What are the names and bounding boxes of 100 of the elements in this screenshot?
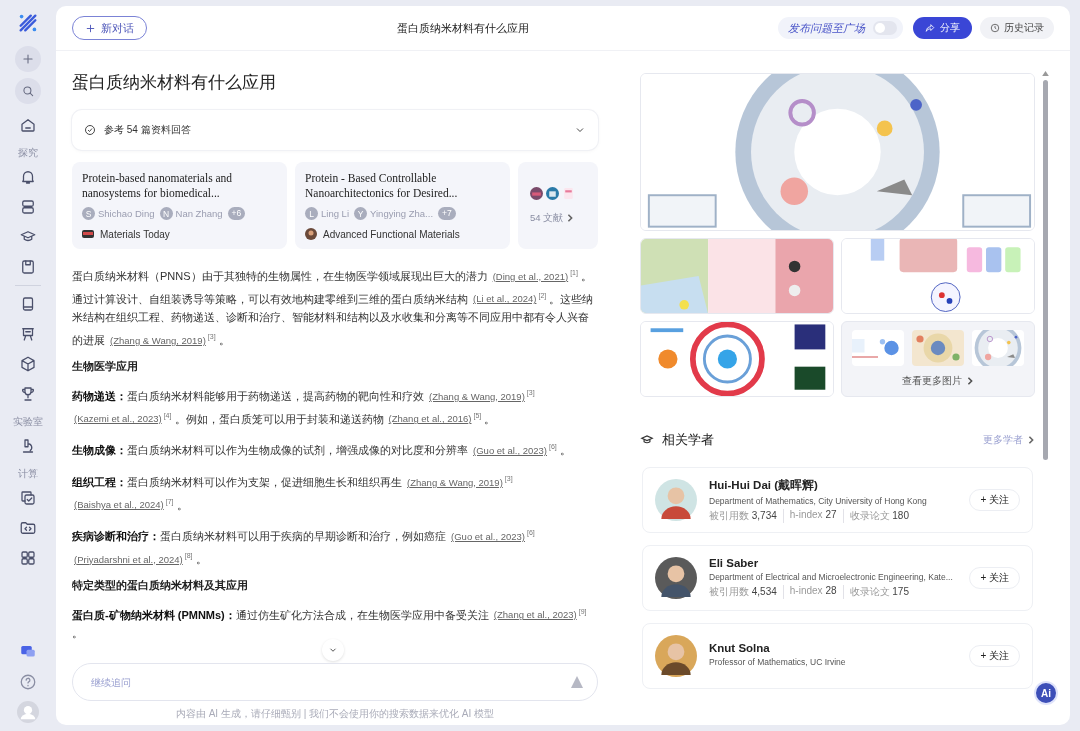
chevron-right-icon [566, 214, 575, 222]
trophy-icon[interactable] [19, 385, 37, 403]
search-icon [21, 84, 35, 98]
citation-link[interactable]: (Li et al., 2024) [473, 293, 537, 305]
logo-icon[interactable] [17, 12, 39, 34]
sidebar-section-label: 探究 [18, 146, 38, 160]
home-icon[interactable] [19, 116, 37, 134]
scholar-name: Hui-Hui Dai (戴晖辉) [709, 477, 819, 493]
chat-title: 蛋白质纳米材料有什么应用 [395, 20, 530, 36]
citation-link[interactable]: (Zhang & Wang, 2019) [429, 390, 525, 402]
journal-icon [82, 228, 94, 240]
scrollbar-thumb[interactable] [1042, 80, 1048, 460]
answer-paragraph: 疾病诊断和治疗：蛋白质纳米材料可以用于疾病的早期诊断和治疗，例如癌症 (Guo et al., 2023) $^{[6]}$ (Priyadarshni et al., 2024) $^{[8]}$ 。 [72, 528, 536, 567]
citation-link[interactable]: (Zhang et al., 2016) [388, 413, 472, 425]
share-icon [925, 23, 935, 33]
scholar-stat: 收录论文 180 [842, 508, 915, 523]
help-icon[interactable] [19, 673, 37, 691]
ai-assistant-button[interactable]: Ai [1034, 681, 1058, 705]
author: L Ling Li [305, 207, 349, 220]
citation-link[interactable]: (Zhang et al., 2023) [493, 609, 577, 621]
avatar [655, 635, 697, 677]
chevron-right-icon [1027, 436, 1035, 444]
avatar [655, 479, 697, 521]
plus-icon [21, 52, 35, 66]
scholar-affiliation: Department of Electrical and Microelectronic Engineering, Kate... [709, 572, 954, 582]
paper-title: Protein - Based Controllable Nanoarchitectonics for Desired... [305, 171, 459, 201]
more-papers-link: 54 文献 [530, 211, 575, 225]
journal-icon [305, 228, 317, 240]
check-circle-icon [84, 124, 96, 136]
author-count-badge: +7 [438, 207, 456, 220]
plus-icon [85, 22, 96, 34]
paper-title: Protein-based nanomaterials and nanosystems for biomedical... [82, 171, 234, 201]
question-title: 蛋白质纳米材料有什么应用 [72, 72, 277, 94]
sidebar-section-label: 实验室 [13, 415, 43, 429]
answer-paragraph: 组织工程：蛋白质纳米材料可以作为支架，促进细胞生长和组织再生 (Zhang & Wang, 2019) $^{[3]}$ (Baishya et al., 2024) $^{[7]}$ 。 [72, 473, 514, 513]
scholar-card[interactable]: Knut Solna Professor of Mathematics, UC Irvine + 关注 [642, 623, 1033, 689]
save-icon[interactable] [19, 258, 37, 276]
scholar-stat: 收录论文 175 [842, 585, 915, 599]
grid-icon[interactable] [19, 549, 37, 567]
cube-icon[interactable] [19, 355, 37, 373]
section-heading: 特定类型的蛋白质纳米材料及其应用 [72, 577, 249, 593]
disclaimer-text: 内容由 AI 生成，请仔细甄别 | 我们不会使用你的搜索数据来优化 AI 模型 [174, 707, 496, 721]
follow-button[interactable]: + 关注 [969, 489, 1020, 511]
scholar-stat: h-index 28 [782, 585, 843, 599]
paper-card[interactable]: Protein-based nanomaterials and nanosystems for biomedical... S Shichao Ding N Nan Zhang +6 Materials Today [72, 162, 287, 249]
answer-paragraph: 药物递送：蛋白质纳米材料能够用于药物递送，提高药物的靶向性和疗效 (Zhang & Wang, 2019) $^{[3]}$ (Kazemi et al., 2023) $^{[4]}$ 。例如，蛋白质笼可以用于封装和递送药物 (Zhang et al., 2016) $^{[5]}$ 。 [72, 387, 536, 427]
answer-paragraph: 生物成像：蛋白质纳米材料可以作为生物成像的试剂，增强成像的对比度和分辨率 (Guo et al., 2023) $^{[6]}$ 。 [72, 442, 572, 458]
scholar-stat: 被引用数 4,534 [709, 585, 778, 599]
sidebar-section-label: 计算 [18, 467, 38, 481]
scholar-stat: 被引用数 3,734 [709, 508, 778, 523]
avatar [655, 557, 697, 599]
scholar-stat: h-index 27 [782, 508, 843, 523]
references-toggle[interactable]: 参考 54 篇资料回答 [72, 110, 598, 150]
paper-card[interactable]: Protein - Based Controllable Nanoarchitectonics for Desired... L Ling Li Y Yingying Zha... +7 Advanced Functional Materials [295, 162, 510, 249]
section-heading: 生物医学应用 [72, 358, 139, 374]
journal-icon [546, 186, 559, 200]
scholar-name: Knut Solna [709, 642, 771, 654]
history-button[interactable]: 历史记录 [980, 17, 1054, 39]
follow-up-input[interactable]: 继续追问 [72, 663, 598, 701]
bell-icon[interactable] [19, 168, 37, 186]
new-chat-button[interactable]: 新对话 [72, 16, 147, 40]
scholars-heading: 相关学者 [662, 431, 715, 449]
clock-icon [990, 23, 1000, 33]
answer-paragraph: 蛋白质纳米材料（PNNS）由于其独特的生物属性，在生物医学领域展现出巨大的潜力 (Ding et al., 2021) $^{[1]}$ 。通过计算设计、自组装诱导等策略，可以有效地构建零维到三维的蛋白质纳米结构 (Li et al., 2024) $^{[2]}$ 。这些纳米结构在组织工程、药物递送、诊断和治疗、智能材料和结构以及水收集和分离等不同应用中都有令人兴奋的进展 (Zhang & Wang, 2019) $^{[3]}$ 。 [72, 268, 595, 348]
publish-label: 发布问题至广场 [788, 20, 865, 36]
follow-button[interactable]: + 关注 [969, 645, 1020, 667]
scroll-up-icon[interactable] [1041, 71, 1049, 76]
scholar-card[interactable]: Hui-Hui Dai (戴晖辉) Department of Mathematics, City University of Hong Kong 被引用数 3,734 h-index 27 收录论文 180 + 关注 [642, 467, 1033, 533]
chevron-right-icon [966, 377, 974, 385]
publish-toggle[interactable] [873, 21, 897, 35]
more-images-button[interactable]: 查看更多图片 [842, 366, 1034, 396]
scholar-affiliation: Professor of Mathematics, UC Irvine [709, 657, 847, 667]
journal-name: Advanced Functional Materials [323, 228, 460, 240]
journal-icon [562, 186, 575, 200]
citation-link[interactable]: (Kazemi et al., 2023) [74, 413, 162, 425]
citation-link[interactable]: (Ding et al., 2021) [492, 270, 569, 282]
scholar-card[interactable]: Eli Saber Department of Electrical and Microelectronic Engineering, Kate... 被引用数 4,534 h-index 28 收录论文 175 + 关注 [642, 545, 1033, 611]
citation-link[interactable]: (Guo et al., 2023) [451, 530, 525, 542]
citation-link[interactable]: (Priyadarshni et al., 2024) [74, 553, 183, 565]
layers-icon[interactable] [19, 198, 37, 216]
author: Y Yingying Zha... [354, 207, 434, 220]
scholar-affiliation: Department of Mathematics, City University of Hong Kong [709, 495, 928, 506]
author-count-badge: +6 [227, 207, 246, 220]
more-images-card[interactable]: 查看更多图片 [841, 321, 1035, 397]
citation-link[interactable]: (Zhang & Wang, 2019) [110, 334, 206, 346]
code-folder-icon[interactable] [19, 519, 37, 537]
search-button[interactable] [15, 78, 41, 104]
scholar-name: Eli Saber [709, 557, 760, 569]
easel-icon[interactable] [19, 325, 37, 343]
citation-link[interactable]: (Zhang & Wang, 2019) [407, 476, 503, 488]
share-button[interactable]: 分享 [913, 17, 972, 39]
copy-check-icon[interactable] [19, 489, 37, 507]
journal-name: Materials Today [100, 228, 170, 240]
citation-link[interactable]: (Guo et al., 2023) [473, 444, 547, 456]
author: S Shichao Ding [82, 207, 155, 220]
author: N Nan Zhang [159, 207, 223, 220]
answer-paragraph: 蛋白质-矿物纳米材料 (PMNMs)：通过仿生矿化方法合成，在生物医学应用中备受关注 (Zhang et al., 2023) $^{[9]}$ 。 [72, 606, 588, 642]
follow-button[interactable]: + 关注 [969, 567, 1020, 589]
citation-link[interactable]: (Baishya et al., 2024) [74, 499, 164, 511]
journal-icon [530, 186, 543, 200]
